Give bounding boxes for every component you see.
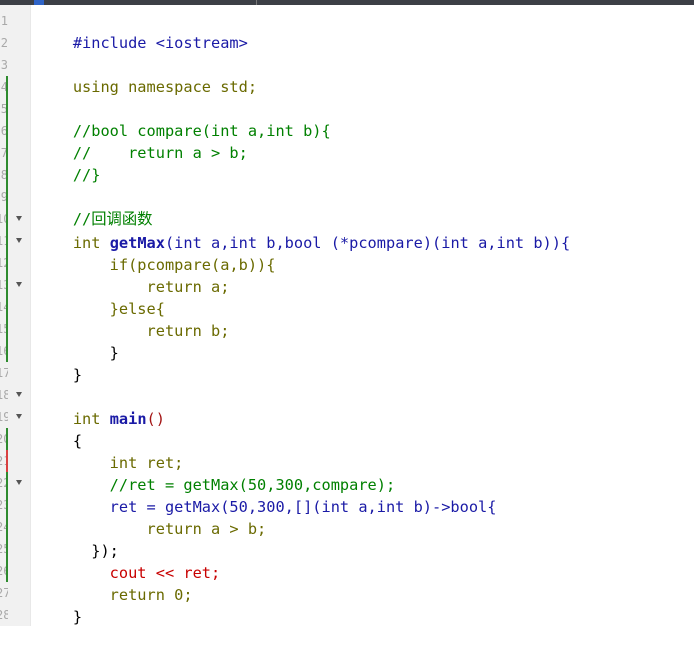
function-parens: () — [146, 410, 165, 428]
fold-toggle-icon[interactable] — [16, 282, 22, 287]
gutter-divider — [30, 5, 31, 626]
include-directive: #include <iostream> — [72, 34, 248, 52]
code-line-23[interactable]: return a > b; — [36, 496, 267, 538]
active-tab-indicator[interactable] — [34, 0, 44, 5]
function-name-main: main — [109, 410, 147, 428]
code-line-15[interactable]: } — [36, 320, 119, 362]
code-line-3[interactable]: using namespace std; — [36, 54, 257, 96]
comment-line: //} — [72, 166, 101, 184]
editor-tab-strip — [0, 0, 694, 5]
code-line-12[interactable]: return a; — [36, 254, 230, 296]
code-line-16[interactable]: } — [36, 342, 82, 384]
code-line-10[interactable]: int getMax(int a,int b,bool (*pcompare)(… — [36, 210, 570, 252]
change-marker — [6, 76, 8, 362]
line-number: 19 — [0, 410, 8, 424]
closing-brace: } — [72, 366, 83, 384]
line-number: 18 — [0, 388, 8, 402]
code-line-18[interactable]: int main() — [36, 386, 165, 428]
return-statement: return 0; — [72, 586, 193, 604]
code-line-27[interactable]: } — [36, 584, 82, 626]
line-number: 3 — [0, 58, 8, 72]
code-line-20[interactable]: int ret; — [36, 430, 184, 472]
change-marker — [6, 450, 8, 472]
code-line-14[interactable]: return b; — [36, 298, 230, 340]
fold-toggle-icon[interactable] — [16, 480, 22, 485]
change-marker — [6, 428, 8, 450]
fold-toggle-icon[interactable] — [16, 238, 22, 243]
line-number: 2 — [0, 36, 8, 50]
code-line-22[interactable]: ret = getMax(50,300,[](int a,int b)->boo… — [36, 474, 497, 516]
closing-brace: } — [72, 608, 83, 626]
using-namespace-statement: using namespace std; — [72, 78, 258, 96]
change-marker — [6, 472, 8, 582]
code-line-9[interactable]: //回调函数 — [36, 186, 153, 228]
line-number: 28 — [0, 608, 8, 622]
code-line-1[interactable]: #include <iostream> — [36, 10, 248, 52]
code-line-19[interactable]: { — [36, 408, 82, 450]
code-line-21[interactable]: //ret = getMax(50,300,compare); — [36, 452, 396, 494]
code-line-7[interactable]: //} — [36, 142, 101, 184]
fold-toggle-icon[interactable] — [16, 392, 22, 397]
code-line-5[interactable]: //bool compare(int a,int b){ — [36, 98, 331, 140]
line-number: 27 — [0, 586, 8, 600]
code-line-24[interactable]: }); — [36, 518, 119, 560]
fold-toggle-icon[interactable] — [16, 216, 22, 221]
code-line-25[interactable]: cout << ret; — [36, 540, 221, 582]
tab-separator — [256, 0, 257, 5]
code-line-11[interactable]: if(pcompare(a,b)){ — [36, 232, 276, 274]
code-line-26[interactable]: return 0; — [36, 562, 193, 604]
fold-toggle-icon[interactable] — [16, 414, 22, 419]
line-number: 17 — [0, 366, 8, 380]
line-number: 1 — [0, 14, 8, 28]
code-line-6[interactable]: // return a > b; — [36, 120, 248, 162]
code-line-13[interactable]: }else{ — [36, 276, 165, 318]
